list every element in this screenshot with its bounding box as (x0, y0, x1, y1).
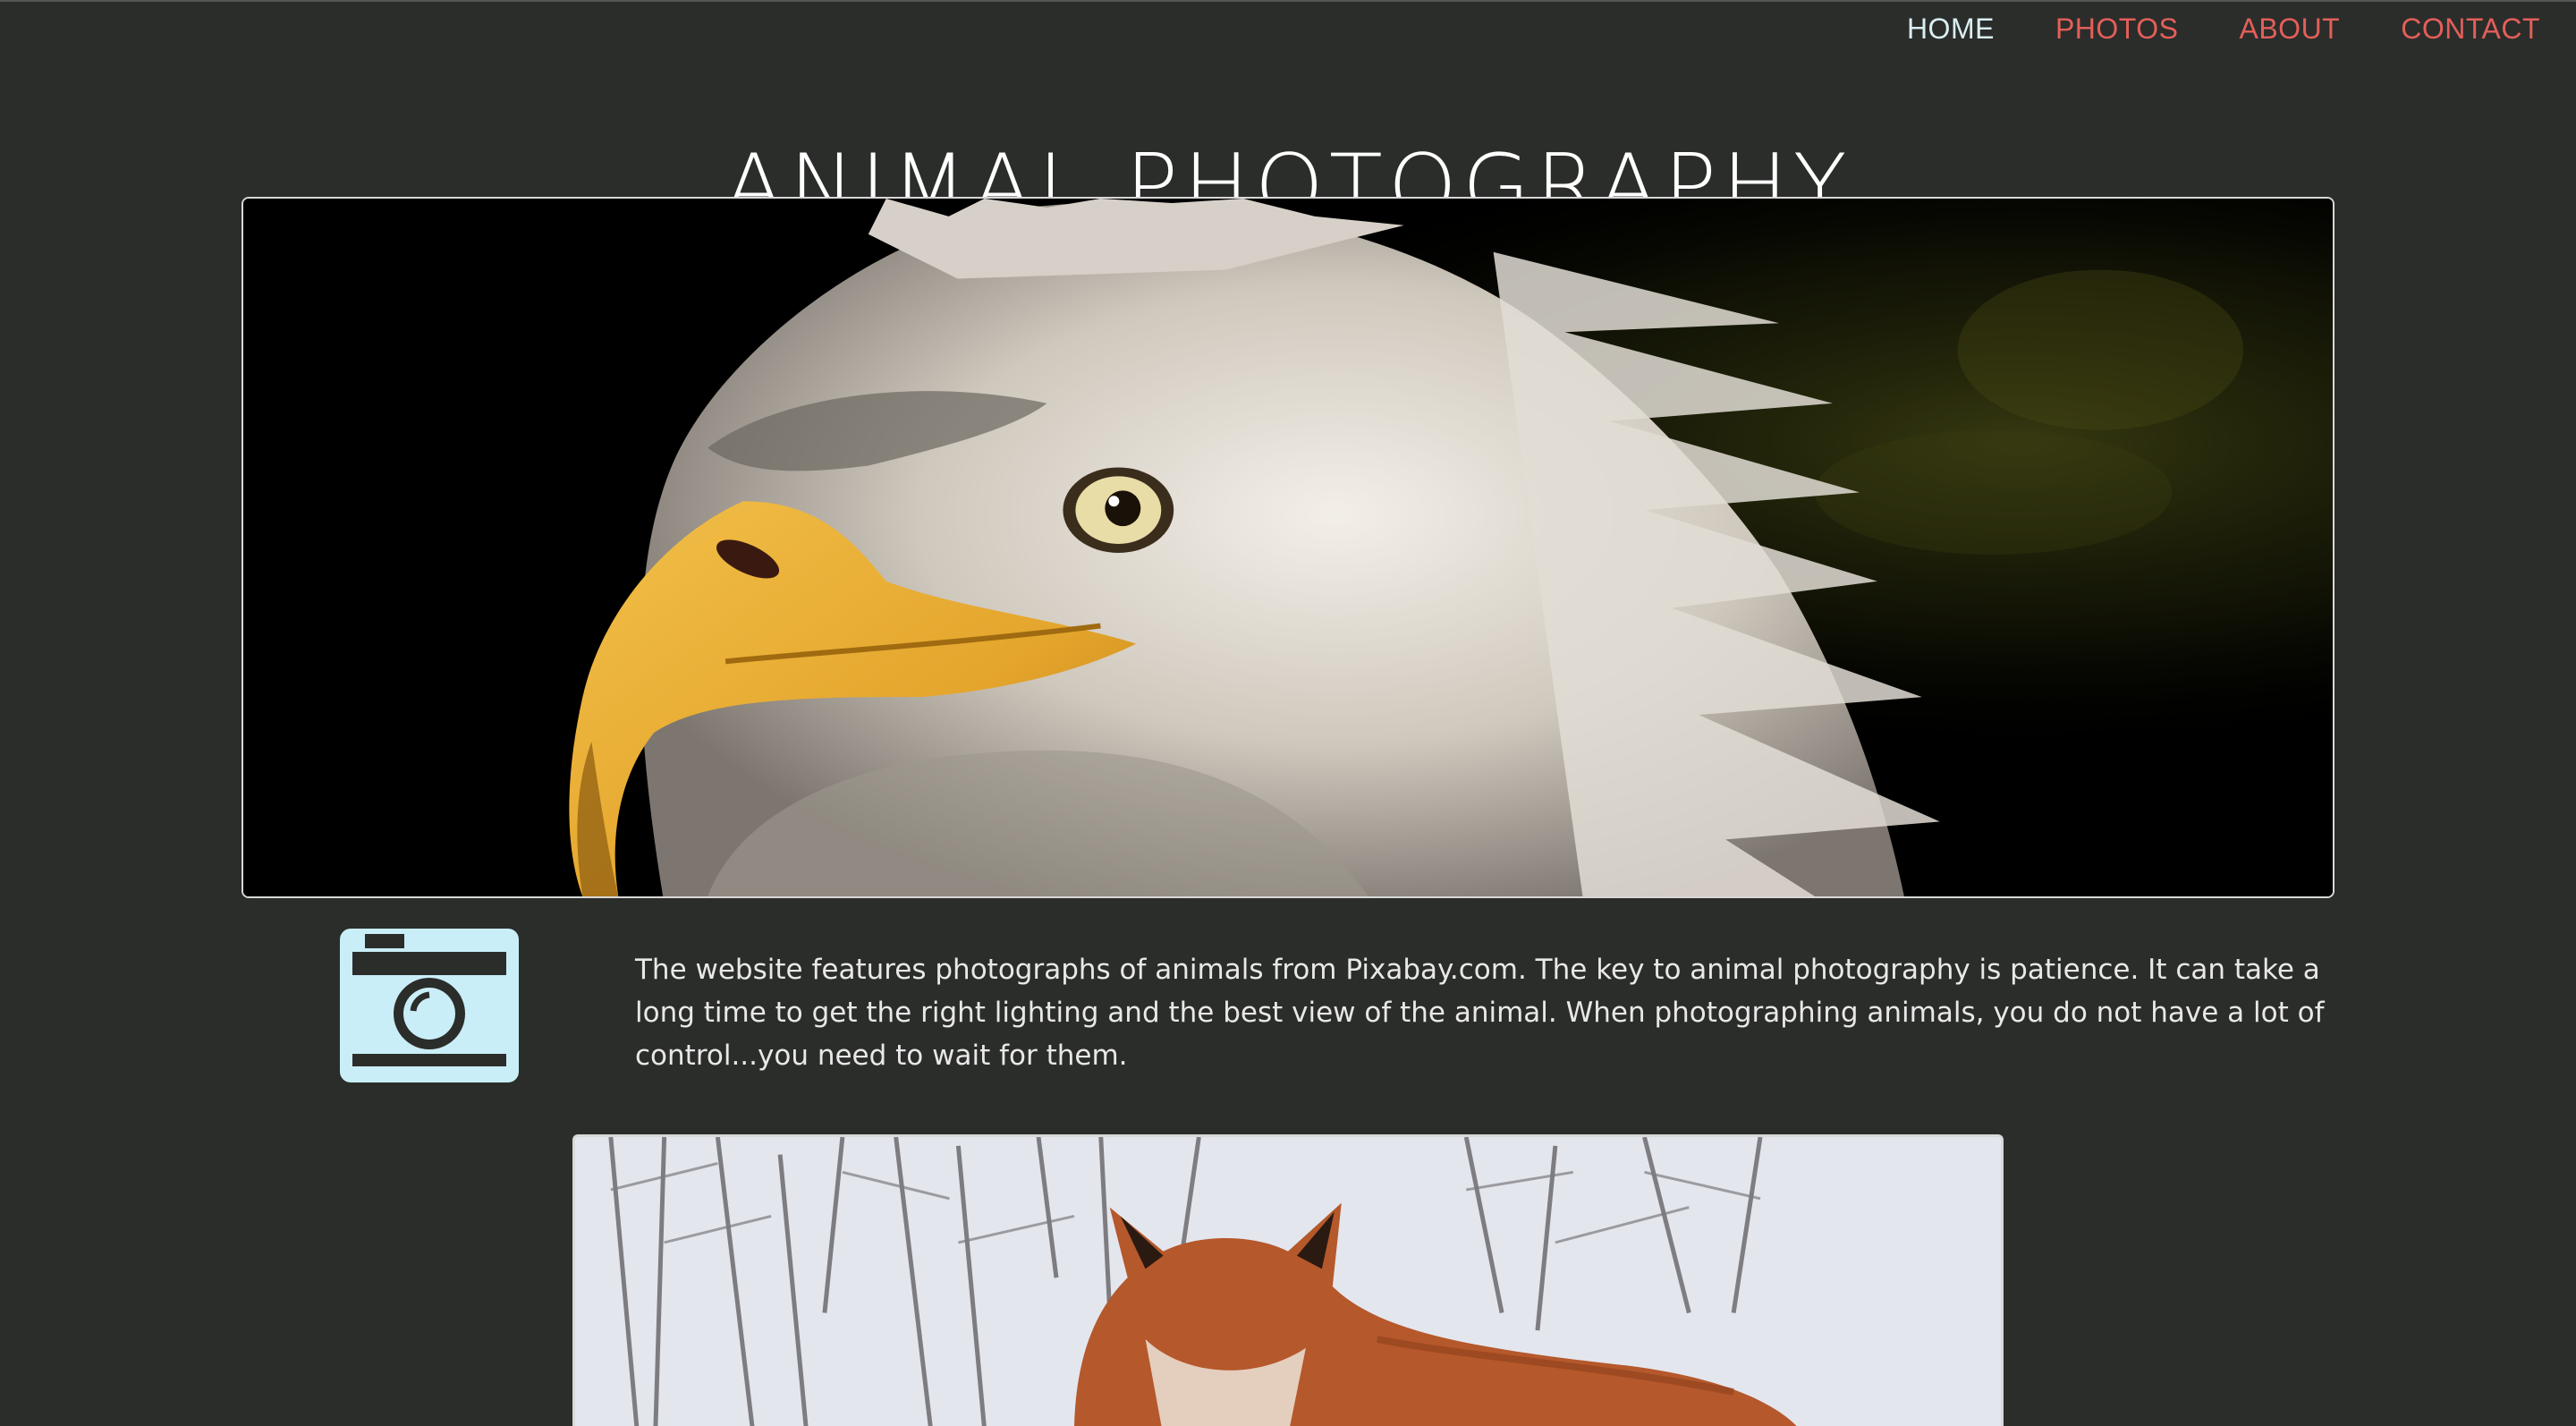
page: HOME PHOTOS ABOUT CONTACT ANIMAL PHOTOGR… (0, 0, 2576, 1426)
nav-contact-link[interactable]: CONTACT (2401, 11, 2540, 47)
camera-icon (340, 929, 519, 1082)
nav-home-link[interactable]: HOME (1907, 11, 1995, 47)
fox-photo (572, 1134, 2004, 1426)
nav-photos-link[interactable]: PHOTOS (2055, 11, 2179, 47)
main-nav: HOME PHOTOS ABOUT CONTACT (1846, 11, 2540, 47)
hero-eagle-image (242, 197, 2334, 898)
nav-about-link[interactable]: ABOUT (2239, 11, 2340, 47)
intro-text: The website features photographs of anim… (635, 954, 2325, 1072)
